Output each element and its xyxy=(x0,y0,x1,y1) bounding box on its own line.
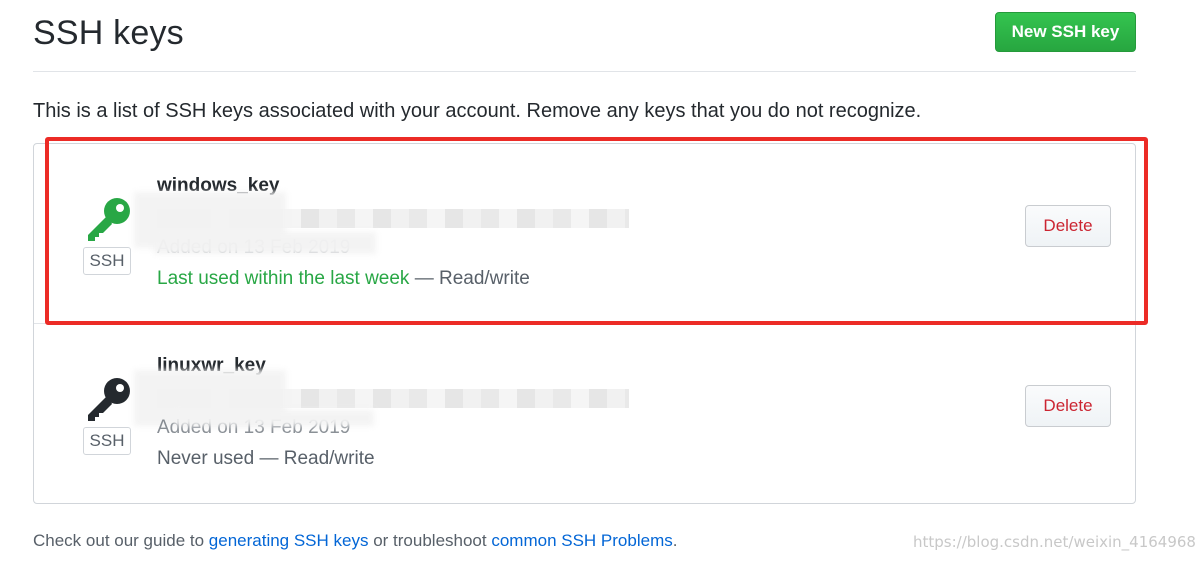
key-access: Read/write xyxy=(438,268,530,289)
page-title: SSH keys xyxy=(33,14,184,52)
ssh-key-row: SSH windows_key Added on 13 Feb 2019 Las… xyxy=(34,144,1135,324)
generating-ssh-keys-link[interactable]: generating SSH keys xyxy=(209,531,369,550)
header-divider xyxy=(33,71,1136,72)
ssh-keys-list: SSH windows_key Added on 13 Feb 2019 Las… xyxy=(33,143,1136,504)
key-last-used: Last used within the last week xyxy=(157,268,410,289)
watermark: https://blog.csdn.net/weixin_41649689 xyxy=(913,533,1195,551)
key-icon xyxy=(88,198,130,241)
footer-prefix: Check out our guide to xyxy=(33,531,209,550)
intro-text: This is a list of SSH keys associated wi… xyxy=(33,100,922,122)
redaction-blur xyxy=(154,232,376,254)
delete-key-button[interactable]: Delete xyxy=(1025,385,1111,427)
key-icon xyxy=(88,378,130,421)
delete-key-button[interactable]: Delete xyxy=(1025,205,1111,247)
redaction-blur xyxy=(174,410,374,426)
key-last-used: Never used xyxy=(157,448,255,469)
usage-separator: — xyxy=(409,268,439,289)
common-ssh-problems-link[interactable]: common SSH Problems xyxy=(491,531,672,550)
footer-suffix: . xyxy=(672,531,678,550)
footer-help: Check out our guide to generating SSH ke… xyxy=(33,531,677,551)
usage-separator: — xyxy=(254,448,284,469)
new-ssh-key-button[interactable]: New SSH key xyxy=(995,12,1136,52)
key-type-badge: SSH xyxy=(83,247,131,275)
footer-middle: or troubleshoot xyxy=(368,531,492,550)
key-type-badge: SSH xyxy=(83,427,131,455)
key-usage: Never used — Read/write xyxy=(157,448,375,470)
key-usage: Last used within the last week — Read/wr… xyxy=(157,268,530,290)
key-access: Read/write xyxy=(283,448,375,469)
ssh-key-row: SSH linuxwr_key Added on 13 Feb 2019 Nev… xyxy=(34,324,1135,503)
